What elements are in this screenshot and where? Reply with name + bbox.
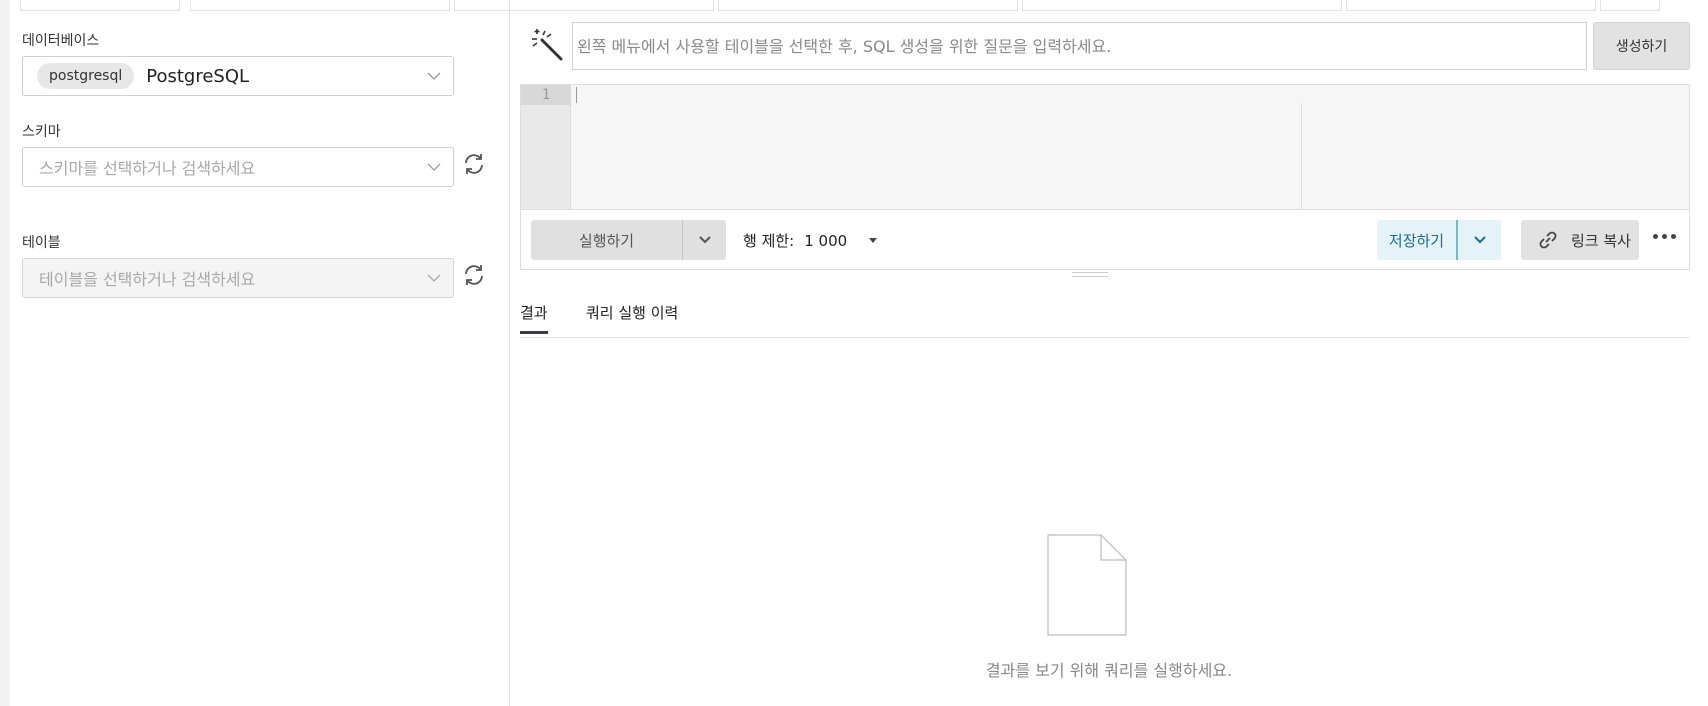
save-button[interactable]: 저장하기 [1377, 220, 1458, 260]
generate-button[interactable]: 생성하기 [1593, 22, 1690, 70]
database-select[interactable]: postgresql PostgreSQL [22, 56, 454, 96]
row-limit-select[interactable]: 행 제한: 1 000 [743, 230, 878, 251]
schema-placeholder: 스키마를 선택하거나 검색하세요 [39, 159, 256, 178]
link-icon [1539, 231, 1557, 249]
result-tabs: 결과 쿼리 실행 이력 [520, 296, 1690, 338]
editor-gutter: 1 [521, 85, 571, 209]
sql-editor[interactable]: 1 실행하기 행 제한: 1 000 저장하기 링크 복사 [520, 84, 1690, 270]
chevron-down-icon [1473, 236, 1486, 244]
copy-link-button[interactable]: 링크 복사 [1521, 220, 1639, 260]
chevron-down-icon [427, 163, 441, 171]
right-panel: 생성하기 1 실행하기 행 제한: 1 000 [510, 0, 1708, 706]
chevron-down-icon [698, 236, 711, 244]
schema-select[interactable]: 스키마를 선택하거나 검색하세요 [22, 147, 454, 187]
run-button[interactable]: 실행하기 [531, 220, 682, 260]
table-label: 테이블 [22, 235, 61, 251]
empty-state-message: 결과를 보기 위해 쿼리를 실행하세요. [985, 661, 1233, 680]
more-options-icon[interactable] [1653, 234, 1676, 239]
database-type-chip: postgresql [37, 63, 135, 89]
empty-document-icon [1047, 534, 1127, 636]
save-dropdown-button[interactable] [1458, 220, 1501, 260]
magic-wand-icon [532, 29, 563, 61]
refresh-schema-icon[interactable] [462, 152, 486, 176]
database-value: PostgreSQL [146, 65, 250, 87]
run-dropdown-button[interactable] [682, 220, 726, 260]
pane-resize-handle[interactable] [1072, 272, 1108, 280]
chevron-down-icon [427, 72, 441, 80]
refresh-table-icon[interactable] [462, 263, 486, 287]
database-label: 데이터베이스 [22, 33, 100, 49]
copy-link-label: 링크 복사 [1571, 231, 1631, 250]
line-number: 1 [521, 85, 571, 105]
print-margin [1301, 103, 1302, 209]
row-limit-label: 행 제한: [743, 232, 795, 250]
left-panel: 데이터베이스 postgresql PostgreSQL 스키마 스키마를 선택… [10, 0, 510, 706]
save-button-group: 저장하기 [1377, 220, 1501, 260]
schema-label: 스키마 [22, 124, 61, 140]
row-limit-value: 1 000 [804, 231, 848, 250]
caret-down-icon [869, 238, 878, 243]
tab-query-history[interactable]: 쿼리 실행 이력 [586, 302, 678, 323]
table-placeholder: 테이블을 선택하거나 검색하세요 [39, 270, 256, 289]
run-button-group: 실행하기 [531, 220, 726, 260]
editor-toolbar: 실행하기 행 제한: 1 000 저장하기 링크 복사 [521, 209, 1689, 269]
table-select[interactable]: 테이블을 선택하거나 검색하세요 [22, 258, 454, 298]
page: 데이터베이스 postgresql PostgreSQL 스키마 스키마를 선택… [10, 0, 1708, 706]
chevron-down-icon [427, 274, 441, 282]
sql-question-input[interactable] [572, 22, 1587, 70]
tab-results[interactable]: 결과 [520, 302, 548, 334]
text-cursor [576, 87, 577, 103]
